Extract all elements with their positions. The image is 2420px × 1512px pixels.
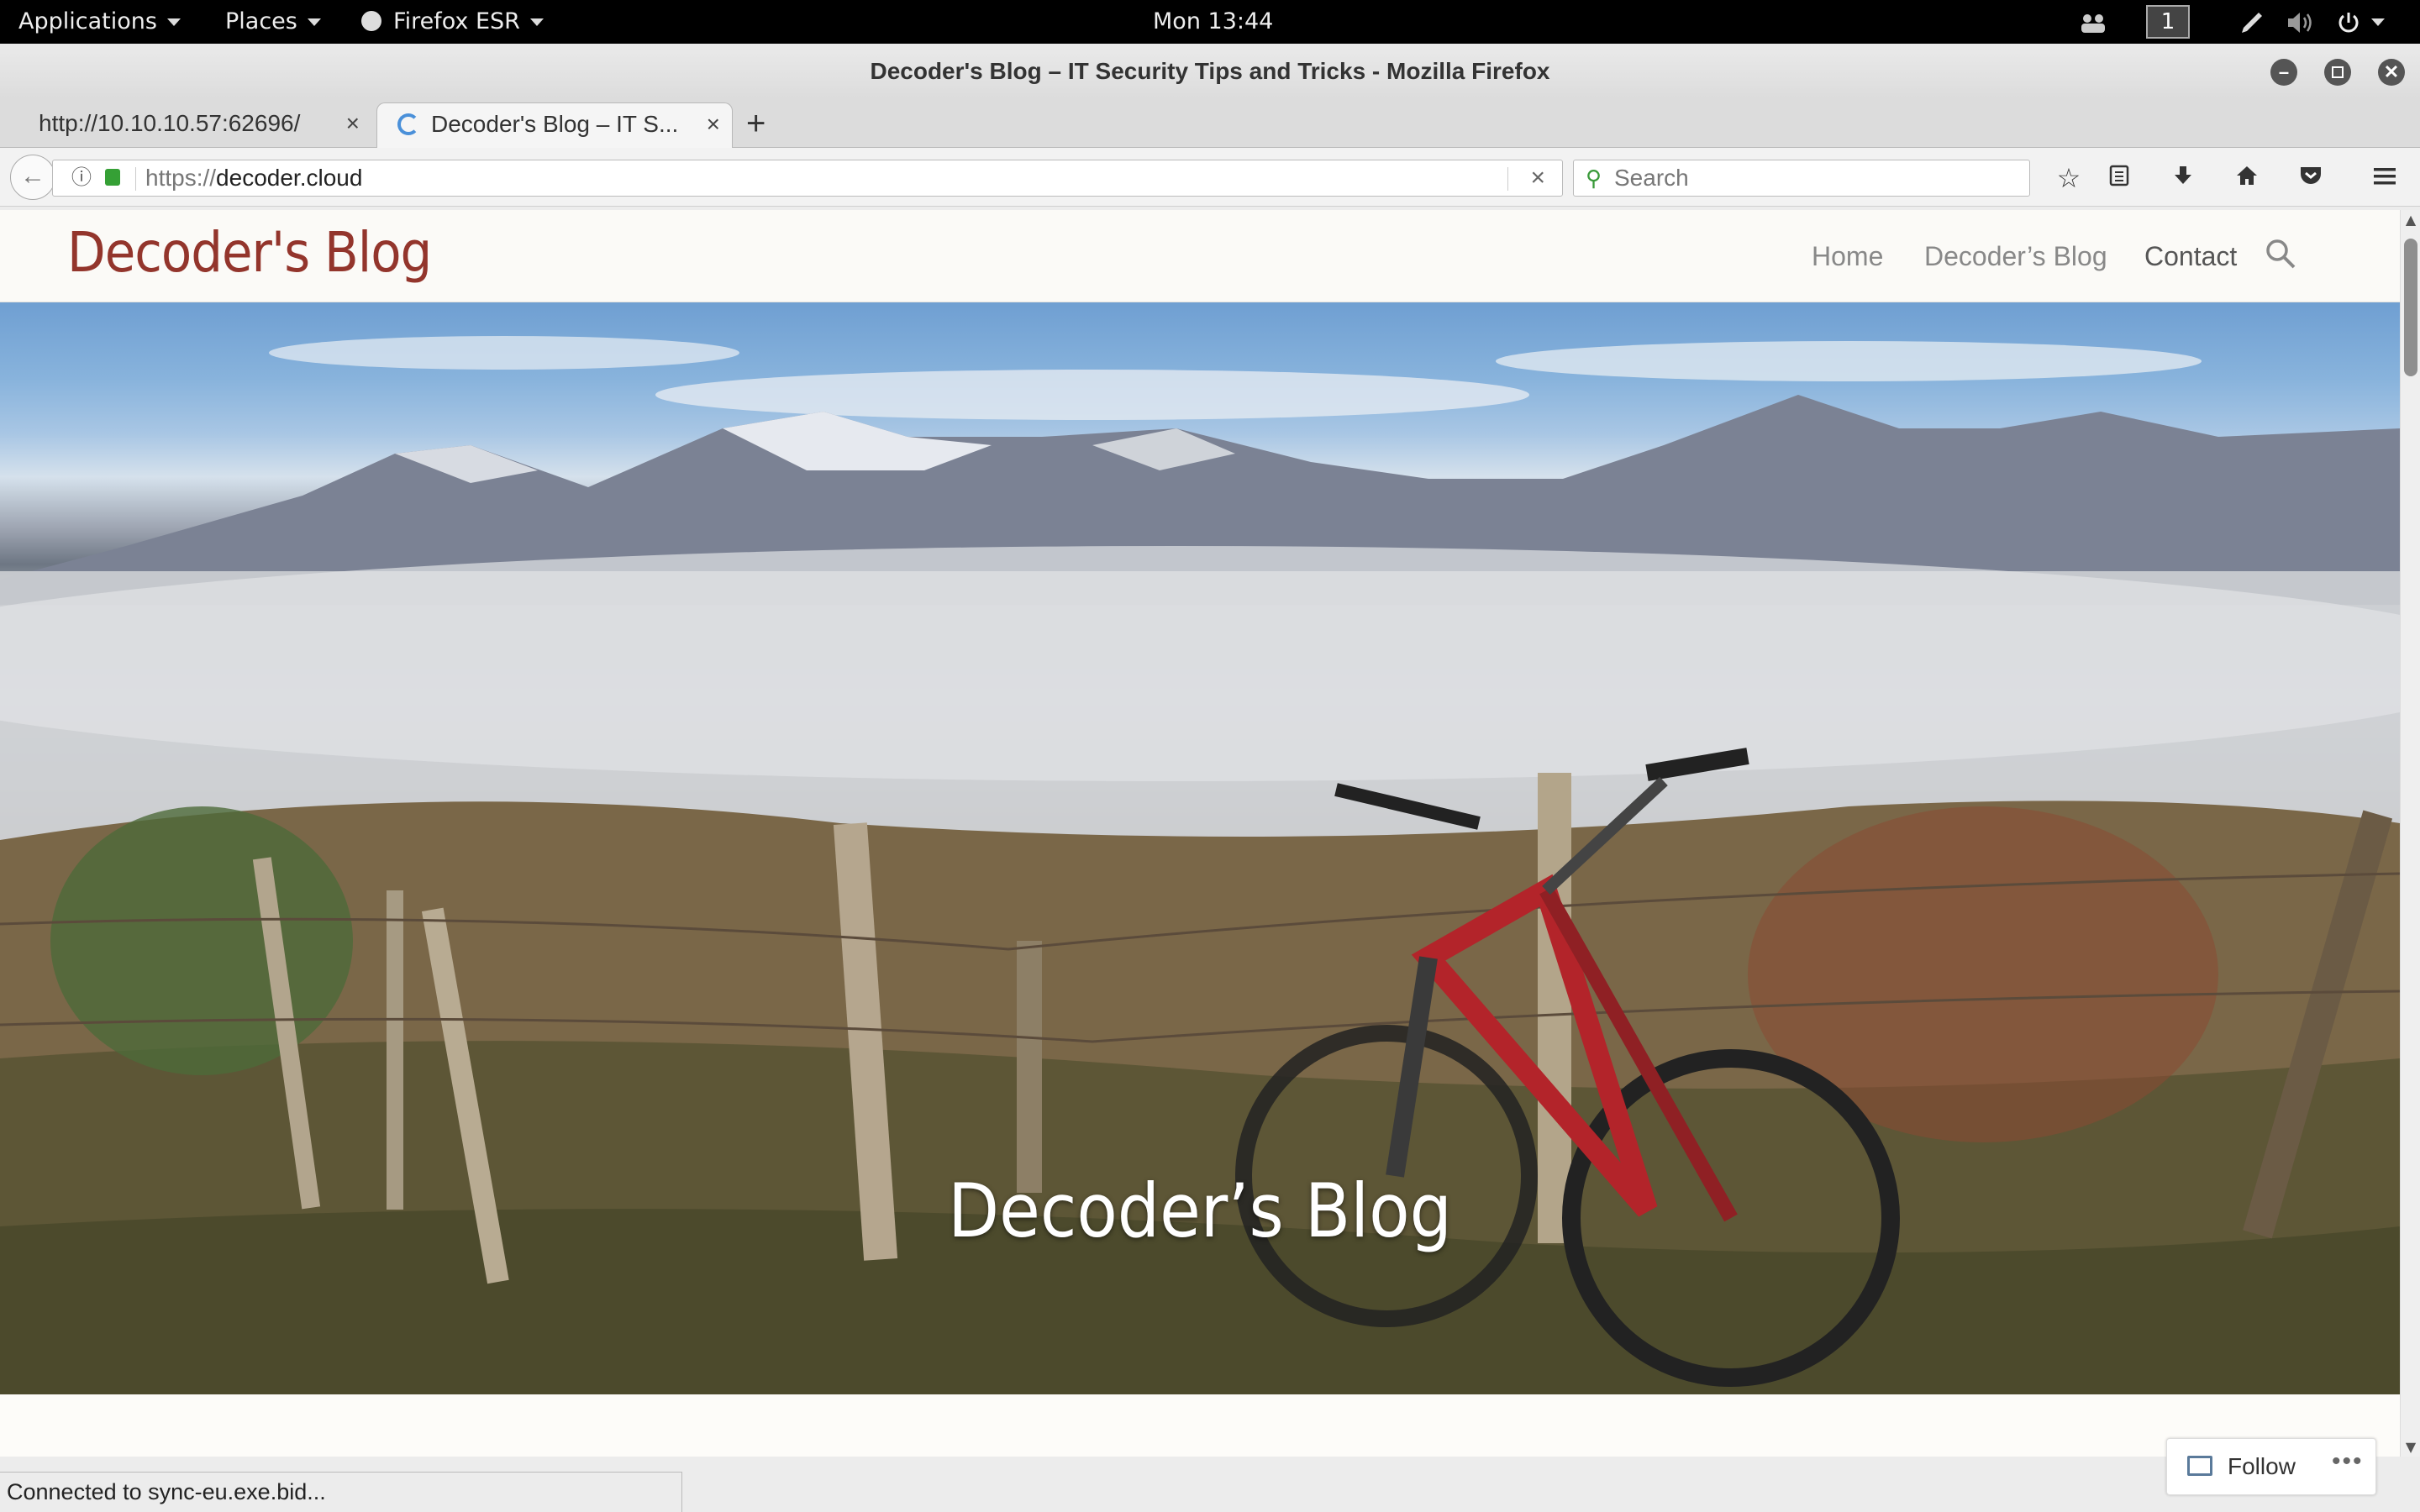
reader-icon	[2187, 1456, 2212, 1476]
scroll-down-icon[interactable]: ▼	[2401, 1439, 2420, 1455]
info-icon[interactable]: ⓘ	[71, 160, 92, 196]
workspace-indicator[interactable]: 1	[2146, 0, 2190, 44]
pocket-icon[interactable]	[2292, 160, 2329, 197]
search-icon[interactable]	[2264, 237, 2297, 270]
gnome-top-bar: Applications Places Firefox ESR Mon 13:4…	[0, 0, 2420, 44]
more-options-icon[interactable]: •••	[2332, 1434, 2364, 1489]
search-input[interactable]: ⚲ Search	[1573, 160, 2030, 197]
site-header: Decoder's Blog Home Decoder’s Blog Conta…	[0, 210, 2400, 302]
scroll-thumb[interactable]	[2404, 239, 2417, 376]
power-menu[interactable]	[2336, 0, 2385, 44]
tab-label: Decoder's Blog – IT S...	[431, 111, 679, 137]
people-icon[interactable]	[2079, 0, 2107, 44]
workspace-number: 1	[2146, 5, 2190, 39]
window-title: Decoder's Blog – IT Security Tips and Tr…	[870, 58, 1550, 84]
bookmark-star-icon[interactable]: ☆	[2050, 160, 2087, 197]
chevron-down-icon	[2371, 18, 2385, 26]
menu-item-decoders-blog[interactable]: Decoder’s Blog	[1924, 210, 2107, 302]
power-icon	[2338, 12, 2359, 32]
search-engine-icon[interactable]: ⚲	[1586, 160, 1602, 196]
tab-strip: http://10.10.10.57:62696/ × Decoder's Bl…	[0, 99, 2420, 148]
chevron-down-icon	[529, 18, 544, 26]
hero-image: Decoder’s Blog	[0, 302, 2400, 1394]
status-bar: Connected to sync-eu.exe.bid...	[0, 1472, 682, 1512]
follow-label: Follow	[2228, 1453, 2296, 1479]
places-menu[interactable]: Places	[225, 0, 321, 44]
applications-label: Applications	[18, 8, 157, 34]
site-title[interactable]: Decoder's Blog	[67, 220, 432, 285]
tab-decoder-blog[interactable]: Decoder's Blog – IT S... ×	[376, 102, 733, 148]
search-placeholder: Search	[1614, 165, 1689, 191]
maximize-button[interactable]	[2324, 59, 2351, 86]
pen-icon[interactable]	[2238, 0, 2265, 44]
clock[interactable]: Mon 13:44	[1153, 0, 1273, 44]
divider	[1507, 167, 1508, 191]
divider	[135, 167, 136, 191]
url-host: decoder.cloud	[216, 165, 363, 191]
minimize-button[interactable]: –	[2270, 59, 2297, 86]
close-icon[interactable]: ×	[346, 102, 360, 144]
follow-button[interactable]: Follow •••	[2166, 1438, 2376, 1495]
url-text[interactable]: https://decoder.cloud	[145, 160, 362, 196]
new-tab-button[interactable]: +	[746, 102, 765, 144]
page-scrollbar[interactable]: ▲ ▼	[2400, 210, 2420, 1457]
firefox-app-menu[interactable]: Firefox ESR	[361, 0, 544, 44]
tab-ip[interactable]: http://10.10.10.57:62696/ ×	[18, 102, 371, 148]
close-icon[interactable]: ×	[707, 103, 720, 145]
home-icon[interactable]	[2228, 160, 2265, 197]
menu-item-home[interactable]: Home	[1812, 210, 1883, 302]
web-page: Decoder's Blog Home Decoder’s Blog Conta…	[0, 210, 2400, 1457]
chevron-down-icon	[166, 18, 181, 26]
applications-menu[interactable]: Applications	[18, 0, 181, 44]
window-titlebar: Decoder's Blog – IT Security Tips and Tr…	[0, 44, 2420, 99]
volume-icon[interactable]	[2286, 0, 2316, 44]
lock-icon[interactable]	[105, 169, 120, 186]
loading-spinner-icon	[397, 113, 419, 135]
download-icon[interactable]	[2165, 160, 2202, 197]
clear-url-icon[interactable]: ×	[1530, 160, 1545, 196]
places-label: Places	[225, 8, 297, 34]
url-scheme: https://	[145, 165, 217, 191]
url-bar[interactable]: ⓘ https://decoder.cloud ×	[52, 160, 1563, 197]
close-window-button[interactable]: ✕	[2378, 59, 2405, 86]
scroll-up-icon[interactable]: ▲	[2401, 212, 2420, 228]
hero-title: Decoder’s Blog	[948, 1168, 1452, 1254]
menu-item-contact[interactable]: Contact	[2144, 210, 2237, 302]
hamburger-menu-icon[interactable]	[2366, 160, 2403, 197]
chevron-down-icon	[307, 18, 321, 26]
tab-label: http://10.10.10.57:62696/	[39, 110, 301, 136]
firefox-app-label: Firefox ESR	[393, 8, 520, 34]
back-button[interactable]: ←	[10, 155, 55, 200]
navigation-toolbar: ← ⓘ https://decoder.cloud × ⚲ Search ☆	[0, 148, 2420, 207]
firefox-icon	[361, 10, 381, 31]
bookmarks-list-icon[interactable]	[2101, 160, 2138, 197]
